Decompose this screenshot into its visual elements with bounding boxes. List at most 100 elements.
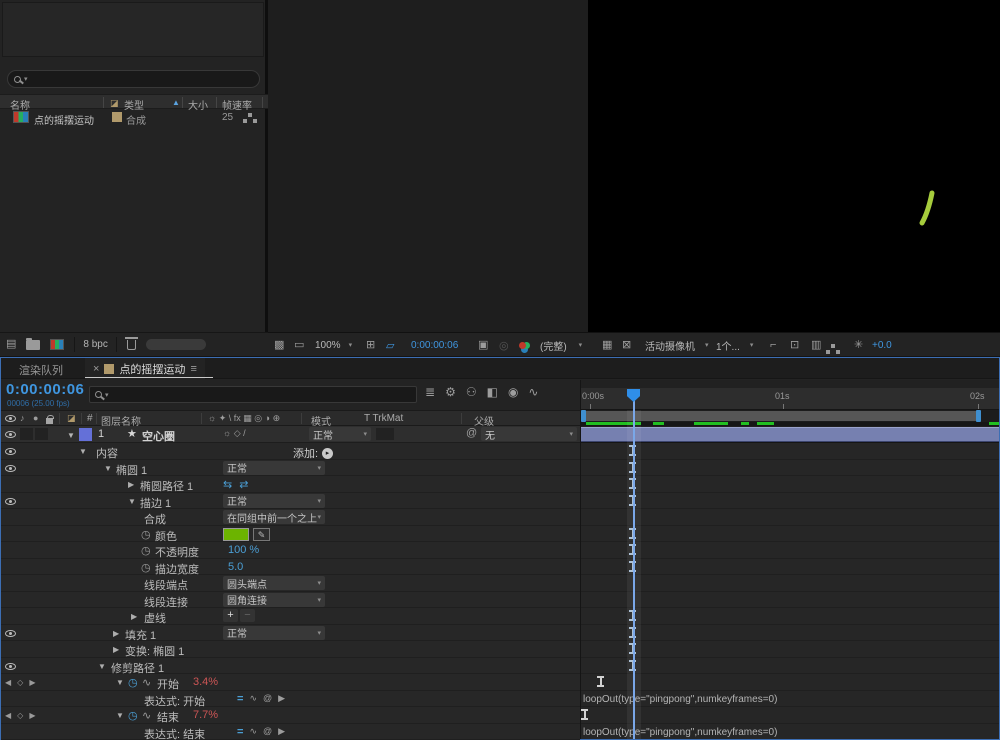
property-row[interactable]: ▶ 椭圆路径 1 ⇆ ⇄ xyxy=(1,476,580,493)
bit-depth-button[interactable]: 8 bpc xyxy=(74,337,117,352)
property-row[interactable]: ▼ 修剪路径 1 xyxy=(1,657,580,675)
pixel-aspect-correction-icon[interactable]: ⊠ xyxy=(622,333,631,357)
new-folder-icon[interactable] xyxy=(26,337,41,350)
keyframe-row[interactable] xyxy=(581,591,999,608)
close-icon[interactable]: × xyxy=(93,363,99,375)
stopwatch-icon[interactable]: ◷ xyxy=(141,528,151,541)
property-row[interactable]: 表达式: 结束 = ∿ @ ▶ xyxy=(1,723,580,740)
flowchart-icon[interactable] xyxy=(831,333,835,357)
property-value[interactable]: 100 % xyxy=(228,544,259,556)
sort-ascending-icon[interactable]: ▲ xyxy=(172,98,180,107)
expression-language-menu-icon[interactable]: ▶ xyxy=(278,694,285,703)
parent-pickwhip-icon[interactable]: @ xyxy=(466,428,477,439)
expander-icon[interactable]: ▼ xyxy=(116,711,124,720)
property-row[interactable]: 线段连接 圆角连接 ▾ xyxy=(1,591,580,609)
property-label[interactable]: 表达式: 结束 xyxy=(144,726,205,740)
expression-pickwhip-icon[interactable]: @ xyxy=(263,727,272,736)
keyframe-row[interactable]: loopOut(type="pingpong",numkeyframes=0) xyxy=(581,690,999,707)
audio-toggle[interactable] xyxy=(20,428,33,440)
keyframe-row[interactable] xyxy=(581,525,999,542)
timeline-search-input[interactable]: ▾ xyxy=(89,386,417,403)
property-row[interactable]: 合成 在同组中前一个之上 ▾ xyxy=(1,509,580,526)
magnification-select[interactable]: 100% ▾ xyxy=(315,333,352,357)
solo-toggle[interactable] xyxy=(35,428,48,440)
composition-canvas[interactable] xyxy=(588,0,1000,332)
current-timecode[interactable]: 0:00:00:06 xyxy=(6,381,84,398)
keyframe-row[interactable] xyxy=(581,624,999,641)
view-select[interactable]: 活动摄像机 ▾ xyxy=(645,333,709,357)
stopwatch-icon[interactable]: ◷ xyxy=(141,561,151,574)
remove-dash-button[interactable]: − xyxy=(240,609,255,622)
property-row[interactable]: ▶ 变换: 椭圆 1 xyxy=(1,641,580,658)
expression-enable-icon[interactable]: = xyxy=(237,726,243,738)
ruler-columns-icon[interactable]: ▥ xyxy=(811,333,821,357)
panel-menu-icon[interactable]: ≡ xyxy=(190,363,196,375)
add-dash-button[interactable]: + xyxy=(223,609,238,622)
keyframe-row[interactable] xyxy=(581,674,999,691)
scroll-thumb[interactable] xyxy=(145,339,206,350)
expander-icon[interactable]: ▶ xyxy=(128,480,134,489)
toggle-mask-path-icon[interactable]: ⌐ xyxy=(770,333,776,357)
value-select[interactable]: 正常 ▾ xyxy=(223,625,325,640)
property-value-expression-driven[interactable]: 3.4% xyxy=(193,676,218,688)
layer-label-swatch[interactable] xyxy=(79,428,92,441)
keyframe-row[interactable] xyxy=(581,608,999,625)
viewer-viewport[interactable] xyxy=(268,0,1000,332)
keyframe-row[interactable] xyxy=(581,558,999,575)
property-row[interactable]: 线段端点 圆头端点 ▾ xyxy=(1,575,580,592)
keyframe-row[interactable] xyxy=(581,443,999,460)
viewer-timecode[interactable]: 0:00:00:06 xyxy=(411,333,458,357)
expression-pickwhip-icon[interactable]: @ xyxy=(263,694,272,703)
value-select[interactable]: 在同组中前一个之上 ▾ xyxy=(223,510,325,524)
tab-render-queue[interactable]: 渲染队列 xyxy=(19,362,63,378)
keyframe-row[interactable] xyxy=(581,542,999,559)
property-value-expression-driven[interactable]: 7.7% xyxy=(193,709,218,721)
expander-icon[interactable]: ▶ xyxy=(113,645,119,654)
expression-text[interactable]: loopOut(type="pingpong",numkeyframes=0) xyxy=(583,694,777,705)
expression-language-menu-icon[interactable]: ▶ xyxy=(278,727,285,736)
keyframe-marker[interactable] xyxy=(581,709,588,720)
property-row[interactable]: ◷ 描边宽度 5.0 xyxy=(1,558,580,576)
property-row[interactable]: ▼ 内容 添加: ▸ xyxy=(1,443,580,460)
keyframe-marker[interactable] xyxy=(597,676,604,687)
keyframe-row[interactable] xyxy=(581,641,999,658)
transparency-grid-icon[interactable]: ▦ xyxy=(602,333,612,357)
composition-mini-flowchart-icon[interactable]: ≣ xyxy=(425,385,435,399)
project-search-input[interactable]: ▾ xyxy=(7,70,260,88)
property-row[interactable]: ▼ 描边 1 正常 ▾ xyxy=(1,492,580,510)
value-select[interactable]: 圆角连接 ▾ xyxy=(223,592,325,607)
property-row[interactable]: 表达式: 开始 = ∿ @ ▶ xyxy=(1,690,580,708)
keyframe-row[interactable] xyxy=(581,459,999,476)
project-item-name[interactable]: 点的摇摆运动 xyxy=(34,112,94,127)
expression-enable-icon[interactable]: = xyxy=(237,693,243,705)
keyframe-navigator[interactable]: ◀ ◇ ▶ xyxy=(5,678,35,687)
expression-graph-icon[interactable]: ∿ xyxy=(249,727,257,736)
work-area-end-handle[interactable] xyxy=(976,410,981,422)
keyframe-row[interactable] xyxy=(581,492,999,509)
work-area-start-handle[interactable] xyxy=(581,410,586,422)
work-area-bar[interactable] xyxy=(581,411,981,421)
value-select[interactable]: 正常 ▾ xyxy=(223,460,325,475)
keyframe-row[interactable] xyxy=(581,657,999,674)
stopwatch-icon[interactable]: ◷ xyxy=(141,544,151,557)
expression-graph-icon[interactable]: ∿ xyxy=(249,694,257,703)
layer-switches-icons[interactable]: ☼ ◇ / xyxy=(223,429,246,438)
exposure-value[interactable]: +0.0 xyxy=(872,333,892,357)
layer-duration-bar[interactable] xyxy=(581,427,999,442)
expander-icon[interactable]: ▶ xyxy=(131,612,137,621)
view-layout-select[interactable]: 1个... ▾ xyxy=(716,333,753,357)
region-of-interest-icon[interactable]: ▱ xyxy=(386,333,394,357)
layer-row[interactable]: ▼ 1 ★ 空心圈 ☼ ◇ / 正常 ▾ @ 无 ▾ xyxy=(1,426,580,443)
comp-tab-label[interactable]: 点的摇摆运动 xyxy=(119,361,185,377)
graph-icon[interactable]: ∿ xyxy=(142,676,151,689)
keyframe-row[interactable] xyxy=(581,476,999,493)
property-eye-icon[interactable] xyxy=(5,662,16,670)
blend-mode-select[interactable]: 正常 ▾ xyxy=(309,427,371,442)
keyframe-row[interactable] xyxy=(581,509,999,526)
delete-icon[interactable] xyxy=(124,336,138,350)
playhead-line[interactable] xyxy=(633,400,635,739)
hide-shy-layers-icon[interactable]: ⚇ xyxy=(466,385,477,399)
color-swatch[interactable] xyxy=(223,527,249,541)
frame-blending-icon[interactable]: ◧ xyxy=(487,385,498,399)
take-snapshot-icon[interactable]: ▣ xyxy=(478,333,488,357)
